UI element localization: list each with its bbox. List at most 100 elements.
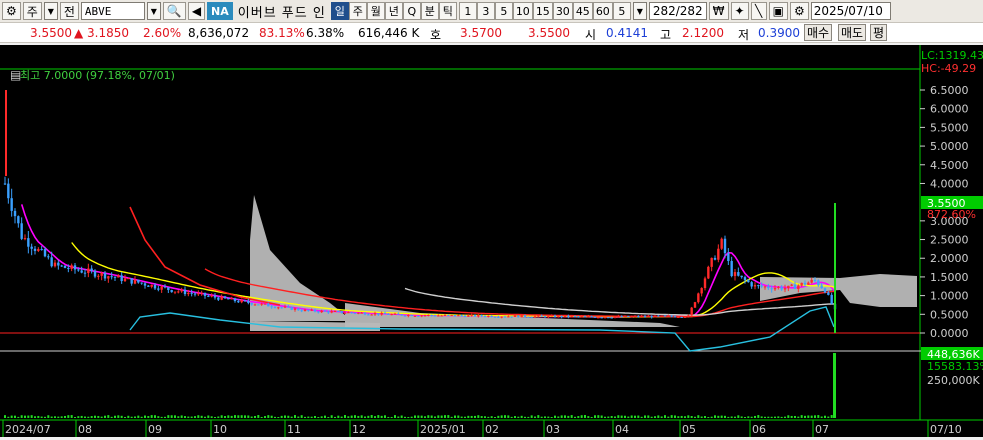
volume-bar	[127, 415, 130, 418]
candle-body	[163, 286, 167, 288]
speaker-icon[interactable]: ◀	[187, 2, 206, 20]
trend-line-icon[interactable]: ╲	[750, 2, 767, 20]
period-week-button[interactable]: 주	[348, 2, 367, 20]
volume-bar	[157, 416, 160, 418]
volume-bar	[244, 415, 246, 418]
market-all-button[interactable]: 전	[59, 2, 79, 20]
candle-body	[543, 316, 547, 318]
candle-body	[293, 308, 297, 310]
period-minute-button[interactable]: 분	[420, 2, 439, 20]
volume-bar	[670, 415, 673, 418]
period-month-button[interactable]: 월	[366, 2, 385, 20]
price-tick-label: 6.5000	[930, 84, 969, 97]
candle-body	[187, 292, 190, 295]
candle-body	[810, 279, 813, 283]
volume-bar	[550, 416, 553, 418]
ticker-dropdown-icon[interactable]: ▼	[146, 2, 161, 20]
candle-body	[623, 315, 627, 317]
period-day-button[interactable]: 일	[330, 2, 349, 20]
average-button[interactable]: 평	[870, 24, 888, 41]
period-tick-button[interactable]: 틱	[438, 2, 457, 20]
candle-body	[247, 300, 250, 303]
volume-bar	[160, 416, 163, 418]
candle-body	[40, 249, 43, 251]
volume-bar	[377, 415, 380, 418]
price-tick-label: 2.5000	[930, 234, 969, 247]
period-5-button[interactable]: 5	[494, 2, 513, 20]
search-icon[interactable]: 🔍	[162, 2, 186, 20]
candle-body	[257, 304, 260, 306]
candle-body	[123, 278, 127, 282]
candle-body	[433, 315, 437, 317]
volume-bar	[714, 415, 716, 418]
candle-body	[263, 303, 267, 305]
candle-body	[570, 316, 573, 318]
volume-bar	[337, 415, 340, 418]
volume-bar	[417, 415, 420, 418]
period-15-button[interactable]: 15	[532, 2, 553, 20]
candle-body	[760, 285, 763, 287]
candle-body	[423, 315, 427, 317]
period-45-button[interactable]: 45	[572, 2, 593, 20]
candle-body	[737, 272, 740, 276]
candle-body	[443, 314, 447, 316]
candle-body	[47, 256, 50, 258]
date-input[interactable]: 2025/07/10	[810, 2, 891, 20]
volume-bar	[624, 415, 626, 418]
volume-bar	[510, 416, 513, 418]
chevron-down-icon[interactable]: ▼	[43, 2, 58, 20]
volume-bar	[560, 415, 563, 418]
volume-bar	[630, 415, 633, 418]
gear-icon[interactable]: ⚙	[789, 2, 809, 20]
volume-bar	[60, 416, 63, 418]
volume-bar	[434, 416, 436, 418]
period-60-button[interactable]: 60	[592, 2, 613, 20]
na-badge[interactable]: NA	[207, 2, 233, 20]
candle-body	[413, 315, 417, 317]
candle-body	[350, 312, 353, 314]
candle-body	[710, 257, 713, 267]
volume-bar	[4, 415, 6, 418]
buy-button[interactable]: 매수	[804, 24, 833, 41]
period-year-button[interactable]: 년	[384, 2, 403, 20]
drawing-tools-icon[interactable]: ✦	[730, 2, 749, 20]
candle-body	[340, 311, 343, 313]
volume-bar	[420, 415, 423, 418]
toolbar: ⚙ 주 ▼ 전 ABVE ▼ 🔍 ◀ NA 이버브 푸드 인 일 주 월 년 Q…	[0, 0, 983, 23]
candle-body	[343, 312, 347, 314]
period-custom-button[interactable]: 5	[612, 2, 631, 20]
save-icon[interactable]: ▣	[768, 2, 788, 20]
period-dropdown-icon[interactable]: ▼	[632, 2, 647, 20]
volume-bar	[47, 415, 50, 418]
candle-body	[60, 265, 63, 267]
volume-bar	[144, 415, 146, 418]
volume-bar	[184, 416, 186, 418]
period-3-button[interactable]: 3	[476, 2, 495, 20]
date-tick-label: 02	[485, 423, 499, 436]
period-30-button[interactable]: 30	[552, 2, 573, 20]
change-percent: 2.60%	[143, 26, 182, 40]
candle-body	[657, 315, 660, 317]
ticker-input[interactable]: ABVE	[80, 2, 145, 20]
candle-body	[703, 278, 707, 289]
candle-body	[717, 248, 720, 260]
candle-body	[770, 288, 773, 290]
candle-body	[483, 316, 487, 318]
amount: 616,446 K	[358, 26, 420, 40]
volume-bar	[357, 415, 360, 418]
volume-bar	[267, 415, 270, 418]
candle-type-icon[interactable]: ₩	[708, 2, 729, 20]
candle-body	[527, 316, 530, 318]
volume-bar	[687, 415, 690, 418]
volume-bar	[310, 416, 313, 418]
market-type-button[interactable]: 주	[22, 2, 42, 20]
period-10-button[interactable]: 10	[512, 2, 533, 20]
chart-settings-icon[interactable]: ⚙	[2, 2, 21, 20]
stock-chart[interactable]: ▤ 최고 7.0000 (97.18%, 07/01) LC:1319.43 H…	[0, 45, 983, 437]
volume-bar	[770, 416, 773, 418]
period-quarter-button[interactable]: Q	[402, 2, 421, 20]
sell-button[interactable]: 매도	[838, 24, 867, 41]
candle-body	[563, 315, 567, 318]
volume-bar	[720, 415, 723, 418]
period-1-button[interactable]: 1	[458, 2, 477, 20]
